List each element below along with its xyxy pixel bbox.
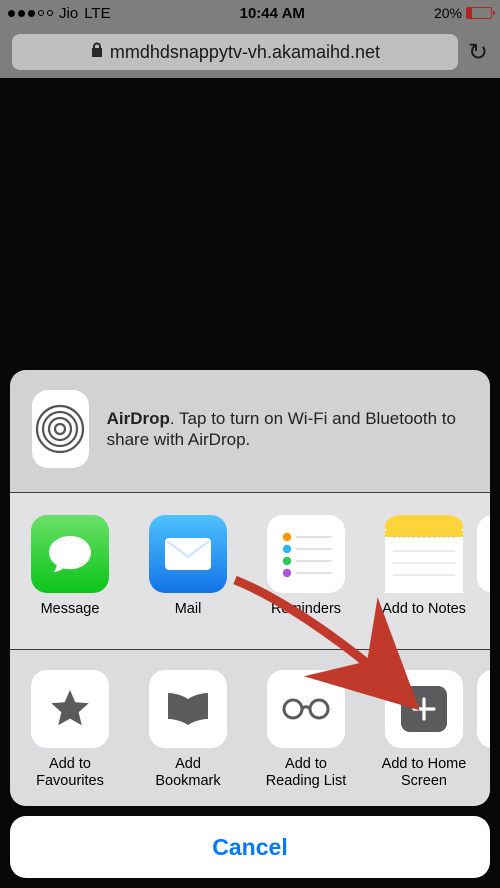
- share-actions-row[interactable]: Add to Favourites Add Bookmark Add to Re…: [10, 650, 490, 806]
- airdrop-icon: [32, 390, 89, 468]
- action-add-bookmark[interactable]: Add Bookmark: [142, 670, 234, 790]
- notes-icon: [385, 515, 463, 593]
- book-icon: [149, 670, 227, 748]
- airdrop-text: AirDrop. Tap to turn on Wi-Fi and Blueto…: [107, 408, 468, 451]
- action-label: Add to Reading List: [260, 756, 352, 790]
- share-app-message[interactable]: Message: [24, 515, 116, 635]
- share-app-notes[interactable]: Add to Notes: [378, 515, 470, 635]
- plus-icon: [385, 670, 463, 748]
- glasses-icon: [267, 670, 345, 748]
- action-reading-list[interactable]: Add to Reading List: [260, 670, 352, 790]
- share-app-label: Mail: [175, 601, 202, 635]
- action-label: Add Bookmark: [142, 756, 234, 790]
- placeholder-icon: [477, 515, 490, 593]
- share-app-mail[interactable]: Mail: [142, 515, 234, 635]
- cancel-button[interactable]: Cancel: [10, 816, 490, 878]
- share-apps-row[interactable]: Message Mail Reminders: [10, 493, 490, 649]
- share-sheet: AirDrop. Tap to turn on Wi-Fi and Blueto…: [0, 360, 500, 888]
- share-app-label: Add to Notes: [382, 601, 466, 635]
- reminders-icon: [267, 515, 345, 593]
- message-icon: [31, 515, 109, 593]
- placeholder-icon: [477, 670, 490, 748]
- action-home-screen[interactable]: Add to Home Screen: [378, 670, 470, 790]
- share-app-label: Message: [41, 601, 100, 635]
- share-app-label: Reminders: [271, 601, 341, 635]
- action-label: [477, 756, 490, 790]
- action-label: Add to Favourites: [24, 756, 116, 790]
- cancel-label: Cancel: [212, 834, 287, 861]
- mail-icon: [149, 515, 227, 593]
- share-app-reminders[interactable]: Reminders: [260, 515, 352, 635]
- airdrop-title: AirDrop: [107, 409, 170, 428]
- share-app-label: [477, 601, 490, 635]
- action-label: Add to Home Screen: [378, 756, 470, 790]
- airdrop-row[interactable]: AirDrop. Tap to turn on Wi-Fi and Blueto…: [10, 370, 490, 492]
- star-icon: [31, 670, 109, 748]
- action-add-favourites[interactable]: Add to Favourites: [24, 670, 116, 790]
